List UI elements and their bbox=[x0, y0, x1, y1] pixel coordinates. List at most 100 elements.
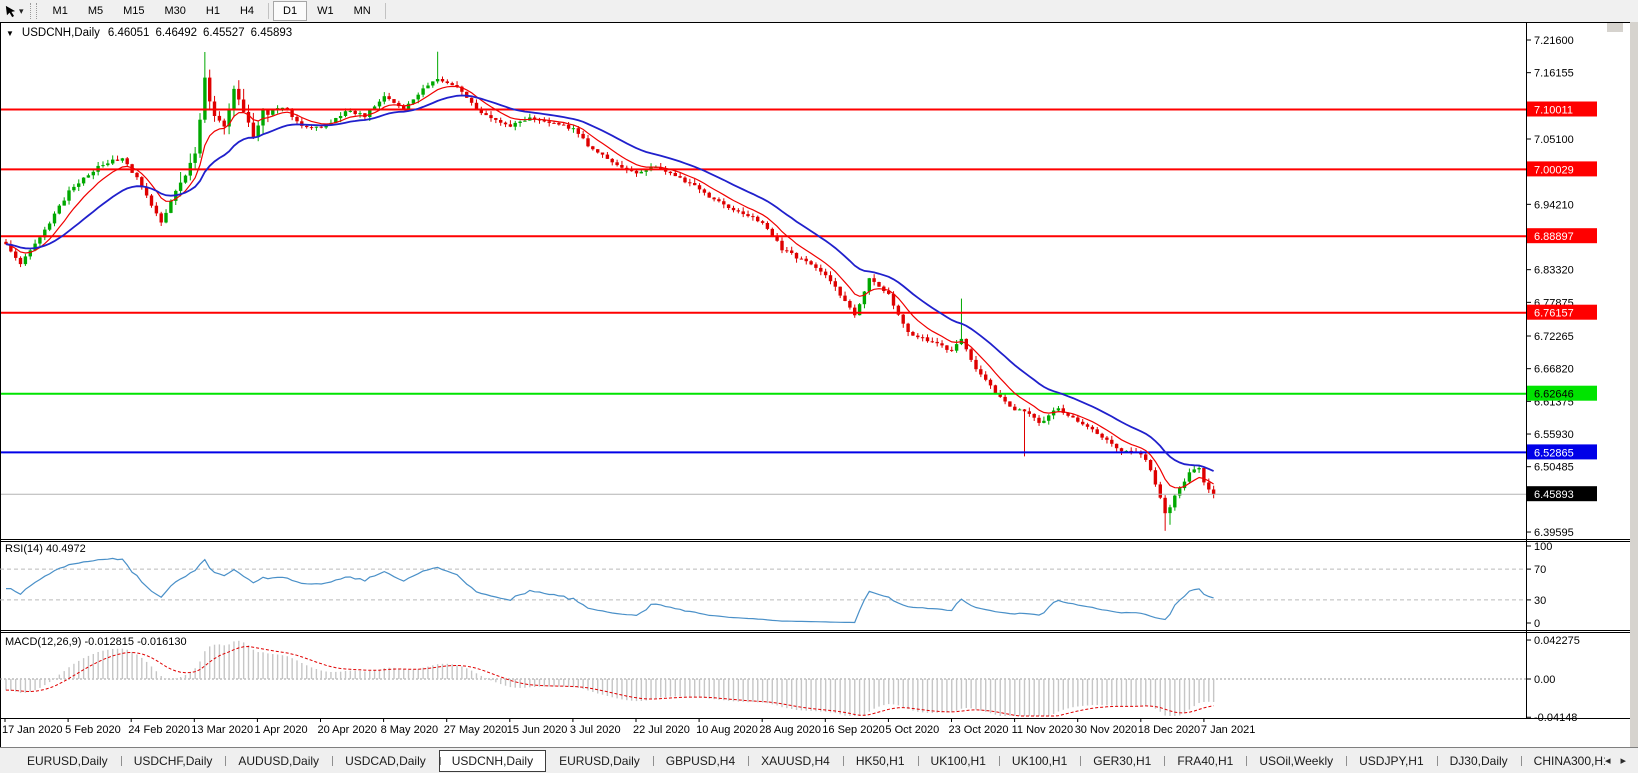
tab-usdchf-daily[interactable]: USDCHF,Daily bbox=[120, 750, 226, 772]
svg-text:8 May 2020: 8 May 2020 bbox=[381, 724, 438, 736]
svg-text:3 Jul 2020: 3 Jul 2020 bbox=[570, 724, 621, 736]
timeframe-toolbar: M1 M5 M15 M30 H1 H4 D1 W1 MN bbox=[43, 0, 390, 22]
tab-usoil-weekly[interactable]: USOil,Weekly bbox=[1246, 750, 1346, 772]
chart-title: ▼ USDCNH,Daily 6.46051 6.46492 6.45527 6… bbox=[6, 27, 292, 39]
svg-text:100: 100 bbox=[1534, 541, 1552, 553]
svg-text:6.76157: 6.76157 bbox=[1534, 308, 1574, 320]
svg-text:18 Dec 2020: 18 Dec 2020 bbox=[1138, 724, 1200, 736]
svg-text:6.39595: 6.39595 bbox=[1534, 527, 1574, 539]
tab-gbpusd-h4[interactable]: GBPUSD,H4 bbox=[652, 750, 748, 772]
svg-text:11 Nov 2020: 11 Nov 2020 bbox=[1012, 724, 1074, 736]
tab-usdcad-daily[interactable]: USDCAD,Daily bbox=[332, 750, 439, 772]
svg-text:6.88897: 6.88897 bbox=[1534, 231, 1574, 243]
rsi-panel: 100 70 30 0 bbox=[0, 541, 1552, 630]
svg-text:7.21600: 7.21600 bbox=[1534, 35, 1574, 47]
tab-uk100-h1[interactable]: UK100,H1 bbox=[998, 750, 1080, 772]
svg-text:70: 70 bbox=[1534, 564, 1546, 576]
timeframe-button-m15[interactable]: M15 bbox=[113, 1, 154, 21]
svg-text:23 Oct 2020: 23 Oct 2020 bbox=[949, 724, 1009, 736]
svg-text:6.94210: 6.94210 bbox=[1534, 199, 1574, 211]
svg-text:6.45893: 6.45893 bbox=[1534, 489, 1574, 501]
chart-scroll-up-button[interactable] bbox=[1607, 23, 1623, 32]
svg-text:13 Mar 2020: 13 Mar 2020 bbox=[191, 724, 253, 736]
svg-text:5 Oct 2020: 5 Oct 2020 bbox=[885, 724, 939, 736]
svg-text:7.05100: 7.05100 bbox=[1534, 134, 1574, 146]
timeframe-button-m1[interactable]: M1 bbox=[43, 1, 78, 21]
ohlc-close: 6.45893 bbox=[250, 27, 293, 39]
timeframe-button-h1[interactable]: H1 bbox=[196, 1, 230, 21]
ohlc-open: 6.46051 bbox=[107, 27, 150, 39]
svg-text:1 Apr 2020: 1 Apr 2020 bbox=[254, 724, 307, 736]
svg-text:5 Feb 2020: 5 Feb 2020 bbox=[65, 724, 121, 736]
hlines-layer bbox=[0, 108, 1526, 495]
svg-text:7.00029: 7.00029 bbox=[1534, 164, 1574, 176]
svg-text:27 May 2020: 27 May 2020 bbox=[444, 724, 508, 736]
tab-scroll-controls: ◂ ▸ bbox=[1605, 754, 1638, 767]
svg-text:6.72265: 6.72265 bbox=[1534, 331, 1574, 343]
tab-usdcnh-daily[interactable]: USDCNH,Daily bbox=[438, 749, 547, 772]
ohlc-values: 6.46051 6.46492 6.45527 6.45893 bbox=[108, 27, 292, 39]
svg-text:7 Jan 2021: 7 Jan 2021 bbox=[1201, 724, 1255, 736]
tab-xauusd-h4[interactable]: XAUUSD,H4 bbox=[748, 750, 843, 772]
top-toolbar: ▾ M1 M5 M15 M30 H1 H4 D1 W1 MN bbox=[0, 0, 1638, 22]
timeframe-button-m30[interactable]: M30 bbox=[155, 1, 196, 21]
symbol-dropdown-icon[interactable]: ▼ bbox=[6, 28, 14, 39]
ohlc-high: 6.46492 bbox=[155, 27, 198, 39]
chart-tabs: EURUSD,Daily USDCHF,Daily AUDUSD,Daily USDC… bbox=[14, 749, 1605, 772]
svg-text:15 Jun 2020: 15 Jun 2020 bbox=[507, 724, 568, 736]
svg-text:7.16155: 7.16155 bbox=[1534, 68, 1574, 80]
svg-text:24 Feb 2020: 24 Feb 2020 bbox=[128, 724, 190, 736]
tab-fra40-h1[interactable]: FRA40,H1 bbox=[1164, 750, 1246, 772]
tab-usdjpy-h1[interactable]: USDJPY,H1 bbox=[1346, 750, 1436, 772]
svg-text:28 Aug 2020: 28 Aug 2020 bbox=[759, 724, 821, 736]
tab-china300-h1[interactable]: CHINA300,H1 bbox=[1520, 750, 1605, 772]
moving-averages-layer bbox=[5, 85, 1214, 489]
rsi-label: RSI(14) 40.4972 bbox=[5, 543, 86, 555]
macd-label: MACD(12,26,9) -0.012815 -0.016130 bbox=[5, 636, 187, 648]
timeframe-button-mn[interactable]: MN bbox=[344, 1, 381, 21]
timeframe-button-h4[interactable]: H4 bbox=[230, 1, 264, 21]
cursor-tool-icon[interactable] bbox=[2, 3, 18, 19]
date-axis: 17 Jan 2020 5 Feb 2020 24 Feb 2020 13 Mar 2… bbox=[2, 718, 1255, 736]
tab-audusd-daily[interactable]: AUDUSD,Daily bbox=[225, 750, 332, 772]
tab-hk50-h1[interactable]: HK50,H1 bbox=[842, 750, 918, 772]
svg-text:6.55930: 6.55930 bbox=[1534, 429, 1574, 441]
timeframe-button-w1[interactable]: W1 bbox=[307, 1, 344, 21]
candles-layer bbox=[4, 51, 1216, 531]
tab-dj30-daily[interactable]: DJ30,Daily bbox=[1436, 750, 1521, 772]
svg-text:30: 30 bbox=[1534, 595, 1546, 607]
svg-text:6.52865: 6.52865 bbox=[1534, 447, 1574, 459]
tab-uk100-h1[interactable]: UK100,H1 bbox=[917, 750, 999, 772]
svg-text:6.62646: 6.62646 bbox=[1534, 389, 1574, 401]
price-axis: 7.216007.161557.051006.942106.833206.778… bbox=[1527, 35, 1597, 539]
svg-text:30 Nov 2020: 30 Nov 2020 bbox=[1075, 724, 1137, 736]
chart-canvas[interactable]: 7.216007.161557.051006.942106.833206.778… bbox=[0, 0, 1638, 773]
svg-text:0.00: 0.00 bbox=[1534, 674, 1555, 686]
svg-text:7.10011: 7.10011 bbox=[1534, 105, 1573, 117]
svg-text:6.50485: 6.50485 bbox=[1534, 462, 1574, 474]
chart-tabbar: EURUSD,Daily USDCHF,Daily AUDUSD,Daily USDC… bbox=[0, 747, 1638, 773]
svg-text:0.042275: 0.042275 bbox=[1534, 635, 1580, 647]
svg-text:20 Apr 2020: 20 Apr 2020 bbox=[318, 724, 377, 736]
frame-layer bbox=[0, 22, 1638, 748]
ohlc-low: 6.45527 bbox=[203, 27, 245, 39]
svg-text:17 Jan 2020: 17 Jan 2020 bbox=[2, 724, 63, 736]
svg-text:6.66820: 6.66820 bbox=[1534, 364, 1574, 376]
tab-scroll-left-icon[interactable]: ◂ bbox=[1605, 754, 1611, 767]
tab-scroll-right-icon[interactable]: ▸ bbox=[1620, 754, 1626, 767]
tab-ger30-h1[interactable]: GER30,H1 bbox=[1080, 750, 1164, 772]
tab-eurusd-daily[interactable]: EURUSD,Daily bbox=[546, 750, 653, 772]
timeframe-button-d1[interactable]: D1 bbox=[273, 1, 308, 21]
svg-text:-0.04148: -0.04148 bbox=[1534, 712, 1577, 724]
toolbar-separator bbox=[268, 3, 270, 19]
cursor-tool-dropdown-icon[interactable]: ▾ bbox=[19, 6, 24, 17]
svg-text:10 Aug 2020: 10 Aug 2020 bbox=[696, 724, 758, 736]
svg-text:6.83320: 6.83320 bbox=[1534, 265, 1574, 277]
toolbar-separator bbox=[384, 3, 386, 19]
svg-text:22 Jul 2020: 22 Jul 2020 bbox=[633, 724, 690, 736]
macd-panel: 0.042275 0.00 -0.04148 bbox=[0, 635, 1580, 724]
window-right-strip bbox=[1630, 22, 1638, 748]
timeframe-button-m5[interactable]: M5 bbox=[78, 1, 113, 21]
tab-eurusd-daily[interactable]: EURUSD,Daily bbox=[14, 750, 121, 772]
toolbar-grip[interactable] bbox=[29, 3, 37, 19]
